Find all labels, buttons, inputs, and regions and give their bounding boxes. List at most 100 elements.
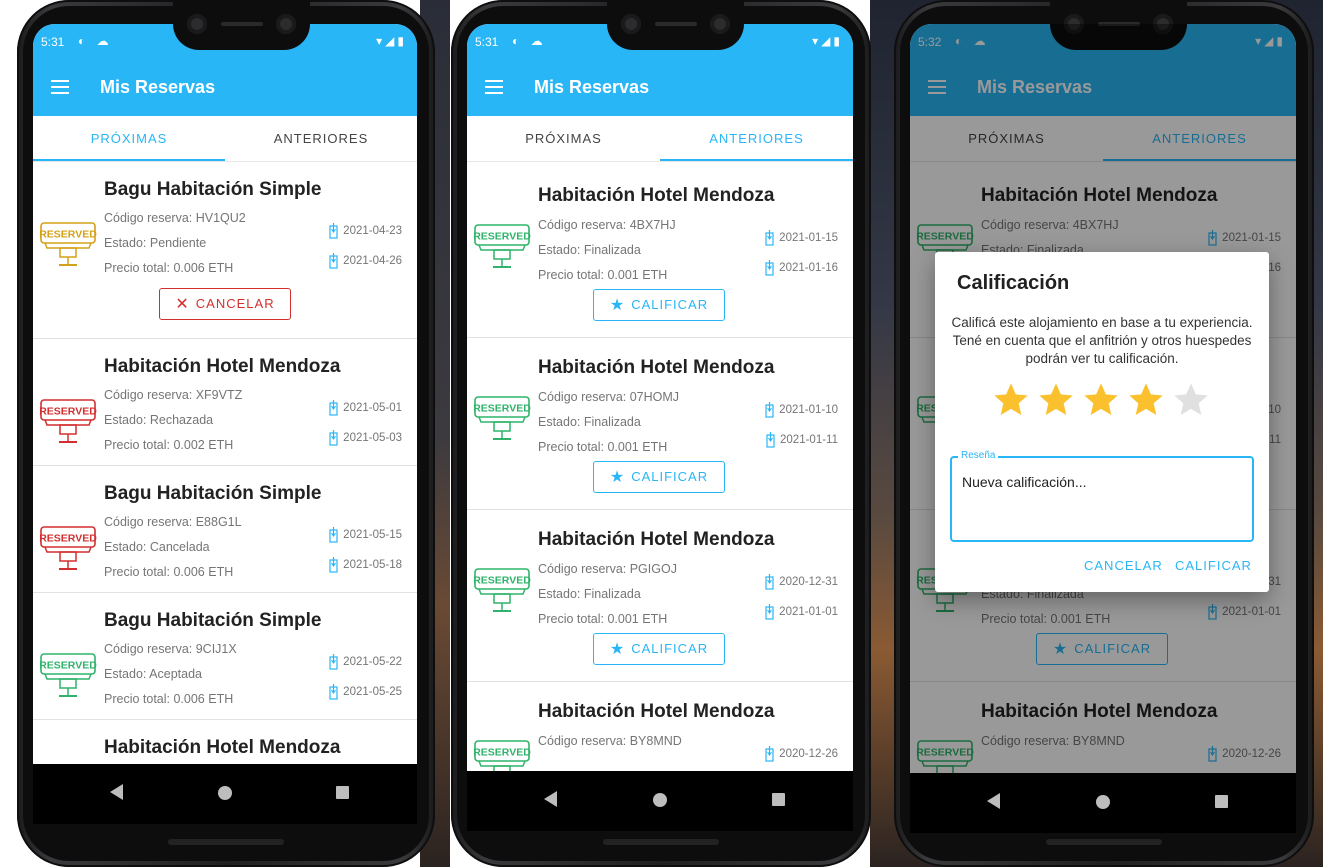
reservation-price: Precio total: 0.006 ETH bbox=[104, 261, 234, 275]
reservation-card[interactable]: Habitación Hotel Mendoza RESERVED Código r… bbox=[467, 510, 853, 682]
dialog-cancel-button[interactable]: CANCELAR bbox=[1084, 558, 1163, 573]
reservation-card[interactable]: Bagu Habitación Simple RESERVED Código res… bbox=[33, 162, 417, 339]
system-status-icons: ▾◢▮ bbox=[812, 34, 843, 48]
stamp-text: RESERVED bbox=[473, 231, 531, 243]
reservation-card[interactable]: Habitación Hotel MendozaRESERVED bbox=[33, 720, 417, 764]
dialog-message: Calificá este alojamiento en base a tu e… bbox=[951, 315, 1253, 366]
bottom-speaker-grille bbox=[168, 839, 284, 845]
menu-icon-line bbox=[51, 80, 69, 82]
review-input-label: Reseña bbox=[958, 450, 999, 461]
checkin-date-text: 2021-01-10 bbox=[779, 404, 838, 417]
front-sensor-icon bbox=[710, 14, 730, 34]
bottom-speaker-grille bbox=[1046, 839, 1162, 845]
reservations-list: Habitación Hotel Mendoza RESERVED Código r… bbox=[467, 166, 853, 771]
checkout-date: 2021-01-16 bbox=[765, 260, 838, 276]
checkin-date-text: 2020-12-31 bbox=[779, 576, 838, 589]
menu-icon[interactable] bbox=[51, 80, 69, 94]
reserved-stamp-icon: RESERVED bbox=[39, 395, 97, 447]
rate-stay-button[interactable]: ★ CALIFICAR bbox=[593, 289, 725, 321]
camera-notch bbox=[173, 0, 310, 50]
review-input-value[interactable]: Nueva calificación... bbox=[962, 474, 1087, 490]
recent-apps-icon[interactable] bbox=[771, 793, 785, 806]
rate-stay-button[interactable]: ★ CALIFICAR bbox=[593, 633, 725, 665]
checkin-date-text: 2021-04-23 bbox=[343, 225, 402, 238]
reservation-card[interactable]: Habitación Hotel Mendoza RESERVED Código r… bbox=[467, 682, 853, 771]
tab-anteriores[interactable]: ANTERIORES bbox=[225, 116, 417, 161]
checkin-date: 2021-05-15 bbox=[329, 527, 402, 543]
system-navigation-bar bbox=[910, 773, 1296, 833]
checkin-date: 2021-01-10 bbox=[765, 402, 838, 418]
star-empty-icon[interactable] bbox=[1171, 380, 1211, 425]
recent-apps-icon[interactable] bbox=[336, 786, 350, 799]
front-sensor-icon bbox=[276, 14, 296, 34]
tab-anteriores[interactable]: ANTERIORES bbox=[660, 116, 853, 161]
button-label: CALIFICAR bbox=[631, 297, 709, 312]
reserved-stamp-icon: RESERVED bbox=[473, 392, 531, 444]
checkout-door-icon bbox=[329, 430, 339, 446]
dialog-confirm-button[interactable]: CALIFICAR bbox=[1175, 558, 1252, 573]
front-camera-icon bbox=[621, 14, 641, 34]
rate-stay-button[interactable]: ★ CALIFICAR bbox=[593, 461, 725, 493]
reservation-status: Estado: Cancelada bbox=[104, 540, 210, 554]
checkin-date: 2021-05-22 bbox=[329, 654, 402, 670]
menu-icon[interactable] bbox=[485, 80, 503, 94]
checkin-door-icon bbox=[765, 402, 775, 418]
back-icon[interactable] bbox=[109, 784, 123, 800]
checkin-door-icon bbox=[765, 230, 775, 246]
reservation-status: Estado: Pendiente bbox=[104, 236, 207, 250]
reserved-stamp-icon: RESERVED bbox=[39, 649, 97, 701]
notification-icons: ◐ ☁ bbox=[78, 34, 113, 48]
reservation-card[interactable]: Bagu Habitación Simple RESERVED Código res… bbox=[33, 593, 417, 720]
home-icon[interactable] bbox=[653, 793, 667, 807]
stamp-text: RESERVED bbox=[473, 403, 531, 415]
app-bar-title: Mis Reservas bbox=[100, 77, 216, 97]
checkin-date: 2021-04-23 bbox=[329, 223, 402, 239]
reserved-stamp-icon: RESERVED bbox=[39, 218, 97, 270]
status-time: 5:31 bbox=[475, 35, 499, 49]
checkout-date: 2021-01-11 bbox=[766, 432, 838, 448]
reservation-card[interactable]: Bagu Habitación Simple RESERVED Código res… bbox=[33, 466, 417, 593]
reservation-code: Código reserva: BY8MND bbox=[538, 734, 682, 748]
earpiece-speaker bbox=[655, 22, 697, 26]
reservation-card[interactable]: Habitación Hotel Mendoza RESERVED Código r… bbox=[467, 338, 853, 510]
reservation-title: Habitación Hotel Mendoza bbox=[538, 357, 775, 378]
front-camera-icon bbox=[187, 14, 207, 34]
home-icon[interactable] bbox=[1096, 795, 1110, 809]
checkin-date: 2021-05-01 bbox=[329, 400, 402, 416]
reservations-list: Bagu Habitación Simple RESERVED Código res… bbox=[33, 162, 417, 764]
reservation-code: Código reserva: E88G1L bbox=[104, 515, 242, 529]
tab-bar: PRÓXIMAS ANTERIORES bbox=[33, 116, 417, 162]
star-filled-icon[interactable] bbox=[1036, 380, 1076, 425]
checkout-date-text: 2021-04-26 bbox=[343, 255, 402, 268]
menu-icon-line bbox=[485, 80, 503, 82]
star-filled-icon[interactable] bbox=[1126, 380, 1166, 425]
tab-proximas[interactable]: PRÓXIMAS bbox=[467, 116, 660, 161]
back-icon[interactable] bbox=[987, 793, 1001, 809]
checkout-date: 2021-05-03 bbox=[329, 430, 402, 446]
review-input[interactable]: Reseña Nueva calificación... bbox=[950, 450, 1254, 542]
back-icon[interactable] bbox=[544, 791, 558, 807]
tab-proximas[interactable]: PRÓXIMAS bbox=[33, 116, 225, 161]
checkout-date: 2021-04-26 bbox=[329, 253, 402, 269]
rating-stars[interactable] bbox=[991, 380, 1221, 426]
cancel-reservation-button[interactable]: ✕ CANCELAR bbox=[159, 288, 291, 320]
reservation-card[interactable]: Habitación Hotel Mendoza RESERVED Código r… bbox=[33, 339, 417, 466]
system-navigation-bar bbox=[467, 771, 853, 831]
checkout-date-text: 2021-01-11 bbox=[780, 434, 838, 447]
phone-screen: 5:31 ◐ ☁ ▾◢▮ Mis Reservas PRÓXIMAS ANTERIORES… bbox=[467, 24, 853, 771]
reservation-price: Precio total: 0.001 ETH bbox=[538, 268, 668, 282]
recent-apps-icon[interactable] bbox=[1214, 795, 1228, 808]
reservation-price: Precio total: 0.001 ETH bbox=[538, 612, 668, 626]
checkout-date-text: 2021-05-18 bbox=[343, 559, 402, 572]
reservation-status: Estado: Finalizada bbox=[538, 243, 641, 257]
reservation-title: Habitación Hotel Mendoza bbox=[538, 185, 775, 206]
star-filled-icon[interactable] bbox=[991, 380, 1031, 425]
star-filled-icon[interactable] bbox=[1081, 380, 1121, 425]
reservation-card[interactable]: Habitación Hotel Mendoza RESERVED Código r… bbox=[467, 166, 853, 338]
checkin-door-icon bbox=[765, 746, 775, 762]
checkin-date-text: 2021-01-15 bbox=[779, 232, 838, 245]
home-icon[interactable] bbox=[218, 786, 232, 800]
reserved-stamp-icon: RESERVED bbox=[473, 220, 531, 272]
system-status-icons: ▾◢▮ bbox=[376, 34, 407, 48]
phone-frame: 5:32 ◐ ☁ ▾◢▮ Mis Reservas PRÓXIMAS ANTERIORES… bbox=[894, 0, 1314, 867]
